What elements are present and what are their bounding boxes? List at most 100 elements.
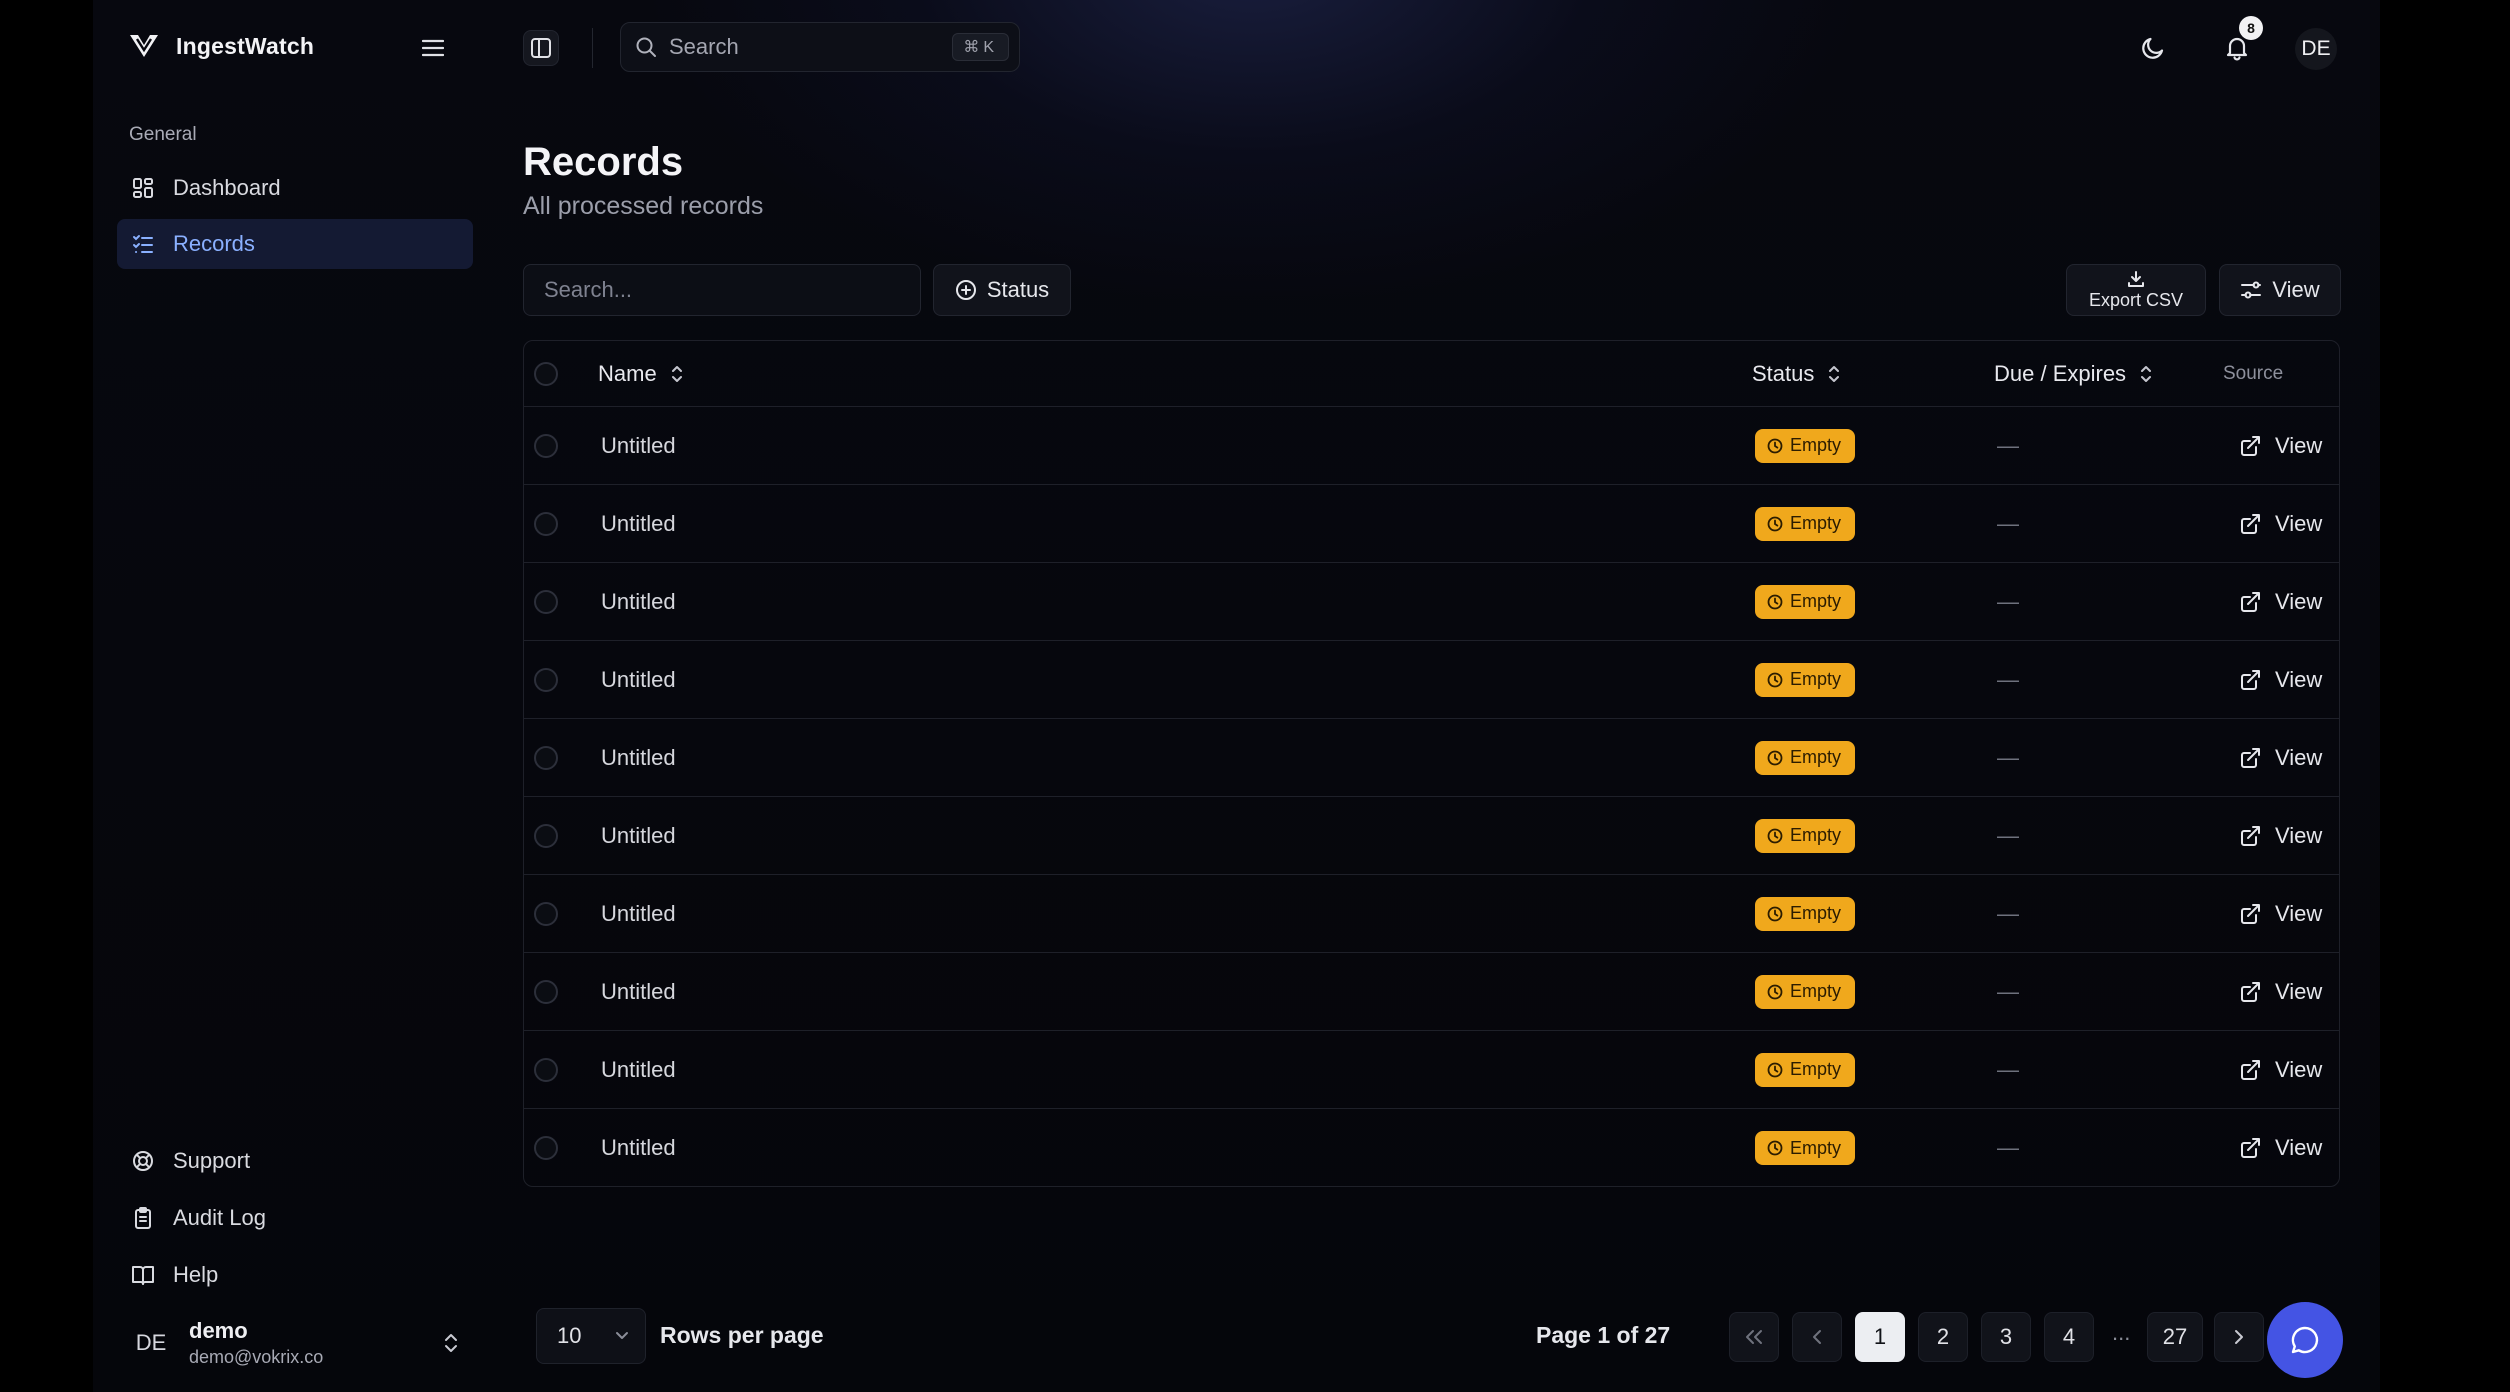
chevrons-left-icon — [1744, 1329, 1764, 1345]
sidebar-item-dashboard[interactable]: Dashboard — [117, 163, 473, 213]
status-badge-label: Empty — [1790, 1059, 1842, 1079]
due-value: — — [1997, 900, 2019, 926]
row-checkbox[interactable] — [534, 875, 558, 952]
row-checkbox[interactable] — [534, 407, 558, 484]
sidebar-item-label: Records — [173, 231, 255, 256]
sort-icon — [671, 365, 683, 383]
row-checkbox[interactable] — [534, 1031, 558, 1108]
page-button-1[interactable]: 1 — [1855, 1312, 1905, 1362]
due-cell: — — [1997, 485, 2019, 562]
table-row[interactable]: Untitled Empty — View — [524, 797, 2339, 875]
clock-icon — [1767, 984, 1783, 1000]
clock-icon — [1767, 672, 1783, 688]
name-cell: Untitled — [601, 719, 676, 796]
avatar[interactable]: DE — [2295, 28, 2337, 70]
sidebar-item-audit-log[interactable]: Audit Log — [117, 1193, 473, 1243]
sidebar-item-help[interactable]: Help — [117, 1250, 473, 1300]
user-menu[interactable]: DE demo demo@vokrix.co — [117, 1310, 473, 1376]
table-row[interactable]: Untitled Empty — View — [524, 407, 2339, 485]
source-link: View — [2239, 1135, 2322, 1161]
column-header-status[interactable]: Status — [1752, 341, 1840, 406]
table-row[interactable]: Untitled Empty — View — [524, 641, 2339, 719]
theme-toggle-button[interactable] — [2133, 28, 2173, 68]
view-options-button[interactable]: View — [2219, 264, 2341, 316]
table-row[interactable]: Untitled Empty — View — [524, 719, 2339, 797]
logo-icon — [128, 33, 160, 59]
rows-per-page-label: Rows per page — [660, 1322, 824, 1348]
status-badge: Empty — [1755, 506, 1856, 541]
sort-icon — [1828, 365, 1840, 383]
menu-button[interactable] — [415, 30, 451, 66]
external-link-icon — [2239, 591, 2261, 613]
records-list-icon — [131, 232, 155, 256]
sidebar-toggle-button[interactable] — [523, 30, 559, 66]
page-button-last[interactable]: 27 — [2147, 1312, 2203, 1362]
export-csv-button[interactable]: Export CSV — [2066, 264, 2206, 316]
external-link-icon — [2239, 825, 2261, 847]
table-row[interactable]: Untitled Empty — View — [524, 953, 2339, 1031]
column-header-name[interactable]: Name — [598, 341, 683, 406]
source-link-label: View — [2275, 666, 2323, 692]
brand[interactable]: IngestWatch — [128, 28, 314, 64]
table-row[interactable]: Untitled Empty — View — [524, 875, 2339, 953]
record-name: Untitled — [601, 510, 676, 536]
due-value: — — [1997, 666, 2019, 692]
status-badge-label: Empty — [1790, 903, 1842, 923]
row-checkbox[interactable] — [534, 797, 558, 874]
source-view-link[interactable]: View — [2239, 563, 2322, 640]
records-search-input[interactable]: Search... — [523, 264, 921, 316]
source-link-label: View — [2275, 822, 2323, 848]
notifications-button[interactable]: 8 — [2217, 16, 2263, 68]
due-value: — — [1997, 588, 2019, 614]
source-view-link[interactable]: View — [2239, 641, 2322, 718]
chevron-right-icon — [2233, 1329, 2245, 1345]
first-page-button[interactable] — [1729, 1312, 1779, 1362]
global-search-input[interactable]: Search ⌘K — [620, 22, 1020, 72]
sidebar-item-records[interactable]: Records — [117, 219, 473, 269]
select-all-checkbox[interactable] — [534, 341, 558, 406]
row-checkbox[interactable] — [534, 953, 558, 1030]
status-filter-button[interactable]: Status — [933, 264, 1071, 316]
record-name: Untitled — [601, 588, 676, 614]
table-row[interactable]: Untitled Empty — View — [524, 1109, 2339, 1186]
column-header-due[interactable]: Due / Expires — [1994, 341, 2152, 406]
sidebar-item-label: Dashboard — [173, 175, 281, 200]
page-button-2[interactable]: 2 — [1918, 1312, 1968, 1362]
row-checkbox[interactable] — [534, 1109, 558, 1186]
chat-button[interactable] — [2267, 1302, 2343, 1378]
previous-page-button[interactable] — [1792, 1312, 1842, 1362]
source-link-label: View — [2275, 588, 2323, 614]
status-badge: Empty — [1755, 662, 1856, 697]
due-cell: — — [1997, 719, 2019, 796]
source-view-link[interactable]: View — [2239, 953, 2322, 1030]
table-row[interactable]: Untitled Empty — View — [524, 485, 2339, 563]
page-button-4[interactable]: 4 — [2044, 1312, 2094, 1362]
source-view-link[interactable]: View — [2239, 875, 2322, 952]
source-view-link[interactable]: View — [2239, 485, 2322, 562]
table-row[interactable]: Untitled Empty — View — [524, 563, 2339, 641]
column-header-text: Source — [2223, 362, 2284, 384]
row-checkbox[interactable] — [534, 485, 558, 562]
avatar: DE — [135, 1330, 167, 1355]
status-cell: Empty — [1755, 1031, 1856, 1108]
source-view-link[interactable]: View — [2239, 719, 2322, 796]
source-view-link[interactable]: View — [2239, 407, 2322, 484]
record-name: Untitled — [601, 900, 676, 926]
table-row[interactable]: Untitled Empty — View — [524, 1031, 2339, 1109]
sidebar-item-label: Help — [173, 1262, 219, 1287]
row-checkbox[interactable] — [534, 563, 558, 640]
record-name: Untitled — [601, 1056, 676, 1082]
source-view-link[interactable]: View — [2239, 797, 2322, 874]
page-button-3[interactable]: 3 — [1981, 1312, 2031, 1362]
source-view-link[interactable]: View — [2239, 1031, 2322, 1108]
rows-per-page-select[interactable]: 10 — [536, 1308, 646, 1364]
sidebar-item-support[interactable]: Support — [117, 1136, 473, 1186]
row-checkbox[interactable] — [534, 719, 558, 796]
name-cell: Untitled — [601, 485, 676, 562]
source-view-link[interactable]: View — [2239, 1109, 2322, 1186]
due-cell: — — [1997, 875, 2019, 952]
due-value: — — [1997, 510, 2019, 536]
next-page-button[interactable] — [2214, 1312, 2264, 1362]
record-name: Untitled — [601, 822, 676, 848]
row-checkbox[interactable] — [534, 641, 558, 718]
